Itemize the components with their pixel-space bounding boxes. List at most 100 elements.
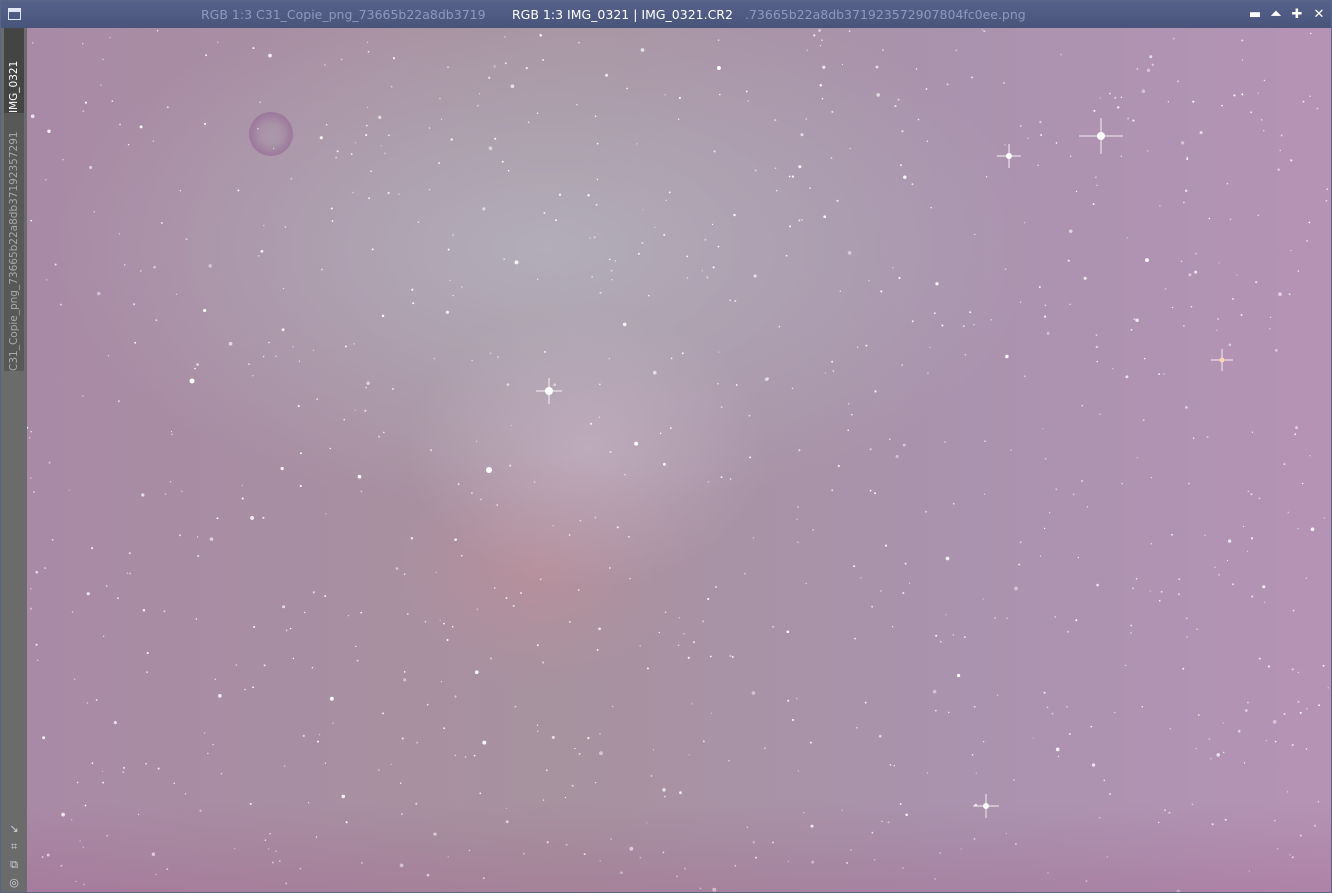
star <box>428 188 431 191</box>
star <box>488 76 491 79</box>
star <box>1127 117 1130 120</box>
star <box>454 538 457 542</box>
star <box>706 276 709 279</box>
star <box>1186 156 1189 159</box>
star <box>1163 373 1165 375</box>
star <box>30 219 33 222</box>
star <box>707 597 710 601</box>
star <box>1125 375 1129 379</box>
star <box>522 852 525 855</box>
star <box>268 341 270 344</box>
star <box>841 63 844 66</box>
star <box>546 841 549 844</box>
star <box>734 300 737 302</box>
star <box>881 820 883 823</box>
star <box>1237 729 1241 733</box>
view-sidebar: IMG_0321 C31_Copie_png_73665b22a8db37192… <box>1 28 27 892</box>
star <box>1204 534 1206 537</box>
star <box>733 213 736 217</box>
star <box>1297 270 1300 272</box>
tab-img-0321[interactable]: IMG_0321 <box>4 28 24 113</box>
star <box>791 175 795 178</box>
star <box>203 732 206 734</box>
star <box>360 861 363 864</box>
star <box>1136 456 1139 459</box>
star <box>164 493 167 495</box>
star <box>832 370 835 372</box>
star <box>1047 872 1049 874</box>
star <box>324 762 327 764</box>
star <box>664 611 667 614</box>
star <box>476 608 479 611</box>
star <box>1195 252 1197 255</box>
star <box>252 47 255 50</box>
star <box>819 44 822 47</box>
star <box>493 65 496 68</box>
star <box>451 625 454 628</box>
star <box>1241 39 1244 42</box>
star <box>774 119 777 122</box>
target-icon[interactable]: ◎ <box>7 876 21 890</box>
image-canvas[interactable] <box>27 28 1331 892</box>
star <box>468 849 471 852</box>
star <box>821 97 824 100</box>
star <box>196 363 199 366</box>
star <box>1095 334 1098 336</box>
image-window: RGB 1:3 C31_Copie_png_73665b22a8db3719 .… <box>0 0 1332 893</box>
title-bar[interactable]: RGB 1:3 C31_Copie_png_73665b22a8db3719 .… <box>1 1 1331 28</box>
star <box>662 788 666 792</box>
star <box>1264 601 1266 604</box>
star <box>610 269 613 272</box>
clone-icon[interactable]: ⧉ <box>7 858 21 872</box>
star <box>350 153 353 155</box>
star <box>1257 92 1259 94</box>
minimize-button[interactable]: ▬ <box>1247 7 1263 23</box>
star <box>341 794 346 799</box>
tab-c31-copie[interactable]: C31_Copie_png_73665b22a8db37192357291 <box>4 113 24 371</box>
star <box>1272 720 1277 724</box>
star <box>688 754 690 756</box>
star <box>412 302 415 305</box>
star <box>1164 288 1167 290</box>
star <box>785 255 788 257</box>
star <box>1099 413 1101 415</box>
star <box>1125 664 1127 667</box>
star <box>679 791 682 795</box>
star <box>340 58 343 61</box>
fit-view-icon[interactable]: ⌗ <box>7 840 21 854</box>
star <box>929 346 931 348</box>
shade-button[interactable]: ⏶ <box>1268 7 1284 23</box>
maximize-button[interactable]: ✚ <box>1289 7 1305 23</box>
window-icon[interactable] <box>8 8 21 20</box>
star <box>668 191 671 194</box>
star <box>677 644 680 647</box>
star <box>51 538 54 541</box>
star <box>352 191 354 194</box>
star <box>1185 406 1188 409</box>
star <box>366 124 368 127</box>
star <box>146 671 148 674</box>
star <box>889 438 891 441</box>
star <box>443 727 446 730</box>
window-title: RGB 1:3 IMG_0321 | IMG_0321.CR2 <box>512 7 733 22</box>
star <box>155 873 157 876</box>
star <box>941 324 944 327</box>
star <box>945 614 947 616</box>
star <box>86 702 89 704</box>
star <box>424 620 427 623</box>
star <box>687 656 690 659</box>
star <box>156 29 159 32</box>
star <box>934 877 937 880</box>
star <box>504 62 507 65</box>
star <box>874 492 877 495</box>
star <box>796 518 798 520</box>
star <box>876 93 881 97</box>
star <box>1216 329 1218 332</box>
star <box>504 36 506 38</box>
star <box>775 189 778 192</box>
star <box>608 357 611 360</box>
star <box>46 279 48 281</box>
star <box>141 493 145 497</box>
close-button[interactable]: ✕ <box>1311 7 1327 23</box>
expand-icon[interactable]: ↘ <box>7 822 21 836</box>
